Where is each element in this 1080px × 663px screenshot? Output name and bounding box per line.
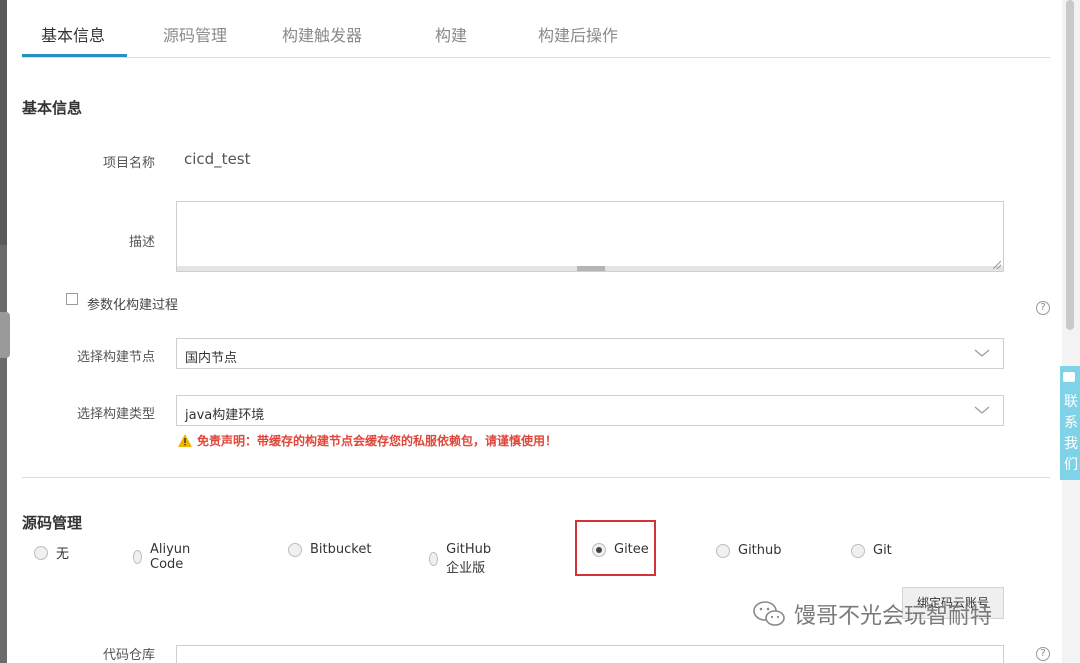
description-label: 描述 (128, 235, 155, 250)
build-node-label: 选择构建节点 (76, 350, 155, 365)
textarea-scrollbar[interactable] (177, 266, 1003, 271)
radio-github-enterprise[interactable]: GitHub企业版 (429, 542, 496, 576)
left-edge-band (0, 245, 7, 663)
left-edge-panel (0, 0, 10, 663)
selection-highlight-box (575, 520, 656, 576)
radio-button[interactable] (34, 545, 48, 560)
vertical-scrollbar[interactable] (1062, 0, 1080, 663)
warning-text: 免责声明：带缓存的构建节点会缓存您的私服依赖包，请谨慎使用！ (197, 434, 558, 448)
wechat-watermark: 馒哥不光会玩智耐特 (752, 598, 992, 630)
build-type-label: 选择构建类型 (76, 407, 155, 422)
tab-post-build[interactable]: 构建后操作 (538, 22, 618, 46)
radio-label: Github (738, 543, 782, 558)
tab-basic-info[interactable]: 基本信息 (41, 22, 105, 46)
radio-label: Aliyun Code (150, 542, 191, 572)
build-node-select[interactable]: 国内节点 (176, 338, 1004, 369)
resize-grip-icon[interactable] (993, 261, 1001, 269)
tab-build-triggers[interactable]: 构建触发器 (282, 22, 362, 46)
description-textarea[interactable] (176, 201, 1004, 272)
section-divider (22, 477, 1050, 478)
radio-button[interactable] (851, 543, 865, 558)
radio-button[interactable] (288, 542, 302, 557)
radio-label: GitHub企业版 (446, 542, 492, 576)
scrollbar-thumb[interactable] (1066, 0, 1074, 330)
contact-us-widget[interactable]: 联系我们 (1060, 366, 1080, 480)
radio-github[interactable]: Github (716, 543, 782, 558)
basic-info-title: 基本信息 (22, 99, 83, 117)
radio-button[interactable] (429, 552, 439, 566)
project-name-label: 项目名称 (102, 156, 155, 171)
build-node-value: 国内节点 (185, 351, 238, 366)
radio-button[interactable] (133, 550, 142, 564)
disclaimer-warning: 免责声明：带缓存的构建节点会缓存您的私服依赖包，请谨慎使用！ (178, 432, 557, 449)
watermark-text: 馒哥不光会玩智耐特 (794, 604, 993, 629)
wechat-icon (753, 601, 785, 626)
param-build-label: 参数化构建过程 (87, 298, 179, 313)
active-tab-indicator (22, 54, 127, 57)
warning-icon (178, 434, 192, 447)
chat-icon (1063, 372, 1075, 382)
chevron-down-icon (974, 349, 990, 357)
source-management-title: 源码管理 (22, 514, 83, 532)
radio-aliyun-code[interactable]: Aliyun Code (133, 542, 195, 572)
radio-label: Bitbucket (310, 542, 372, 557)
chevron-down-icon (974, 406, 990, 414)
help-icon[interactable]: ? (1036, 647, 1050, 661)
tab-build[interactable]: 构建 (435, 22, 467, 46)
build-type-select[interactable]: java构建环境 (176, 395, 1004, 426)
contact-us-text: 联系我们 (1064, 394, 1078, 473)
textarea-scrollbar-thumb[interactable] (577, 266, 605, 271)
radio-button[interactable] (716, 543, 730, 558)
tab-source-management[interactable]: 源码管理 (163, 22, 227, 46)
config-tabs: 基本信息 源码管理 构建触发器 构建 构建后操作 (22, 0, 1050, 58)
radio-git[interactable]: Git (851, 543, 892, 558)
repo-label: 代码仓库 (102, 648, 155, 663)
radio-none[interactable]: 无 (34, 543, 69, 562)
project-name-value: cicd_test (184, 150, 251, 168)
sidebar-collapse-handle[interactable] (0, 312, 10, 358)
radio-label: 无 (56, 547, 70, 562)
radio-bitbucket[interactable]: Bitbucket (288, 542, 371, 557)
radio-label: Git (873, 543, 892, 558)
repo-select[interactable] (176, 645, 1004, 663)
help-icon[interactable]: ? (1036, 301, 1050, 315)
param-build-checkbox[interactable] (66, 293, 78, 305)
build-type-value: java构建环境 (185, 408, 265, 423)
